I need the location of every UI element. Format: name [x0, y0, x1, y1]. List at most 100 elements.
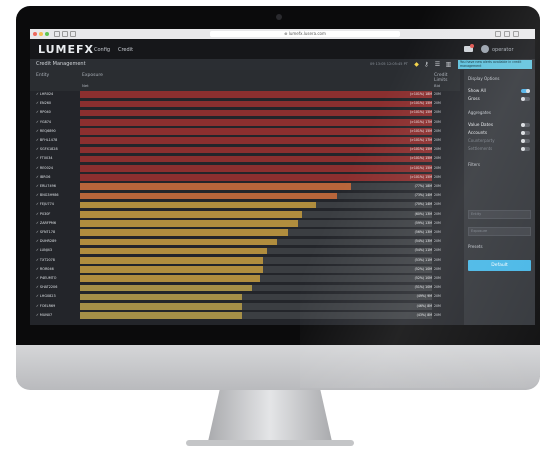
exposure-track [80, 174, 432, 181]
entity-label: ✓ SGFX1828 [36, 147, 58, 152]
table-row[interactable]: ✓ SHAT2206 (51%) 10M 20M [30, 284, 460, 292]
table-row[interactable]: ✓ IBRO6 (>101%) 15M 20M [30, 174, 460, 181]
table-row[interactable]: ✓ SGFX1828 (>101%) 15M 20M [30, 146, 460, 154]
exposure-track [80, 210, 432, 218]
exposure-bar[interactable] [80, 302, 242, 310]
app-logo[interactable]: LUMEFX [38, 43, 94, 56]
table-row[interactable]: ✓ RP040 (>101%) 15M 20M [30, 109, 460, 117]
gross-toggle[interactable] [521, 97, 530, 101]
alert-banner[interactable]: You have new alerts available in credit … [458, 60, 532, 69]
accounts-toggle[interactable] [521, 131, 530, 135]
url-bar[interactable]: ⊕ lumefx.lusera.com [210, 31, 400, 37]
exposure-bar[interactable] [80, 155, 432, 163]
exposure-bar[interactable] [80, 118, 432, 126]
table-row[interactable]: ✓ YG874 (>101%) 17M 20M [30, 118, 460, 126]
exposure-track [80, 247, 432, 255]
exposure-bar[interactable] [80, 137, 432, 144]
tabs-icon[interactable] [504, 31, 510, 37]
table-row[interactable]: ✓ DUHR289 (54%) 13M 20M [30, 238, 460, 246]
table-row[interactable]: ✓ BNG3H986 (73%) 14M 20M [30, 192, 460, 200]
table-row[interactable]: ✓ LHG0823 (49%) 9M 20M [30, 293, 460, 301]
exposure-bar[interactable] [80, 256, 264, 264]
forward-icon[interactable] [62, 31, 68, 37]
table-row[interactable]: ✓ LHR024 (>101%) 18M 20M [30, 91, 460, 98]
credit-limit-value: 20M [434, 193, 441, 198]
entity-label: ✓ YG874 [36, 119, 52, 124]
exposure-bar[interactable] [80, 238, 278, 246]
table-row[interactable]: ✓ TXT2078 (53%) 11M 20M [30, 256, 460, 264]
exposure-track [80, 100, 432, 108]
exposure-bar[interactable] [80, 146, 432, 154]
exposure-bar[interactable] [80, 312, 242, 319]
user-menu[interactable]: operator [492, 47, 514, 53]
value-dates-toggle[interactable] [521, 123, 530, 127]
close-window-icon[interactable] [33, 32, 37, 36]
entity-column-header[interactable]: Entity [36, 73, 49, 78]
maximize-window-icon[interactable] [45, 32, 49, 36]
entity-filter-input[interactable]: Entity [468, 210, 531, 219]
credit-limit-value: 20M [434, 165, 441, 170]
new-tab-icon[interactable] [513, 31, 519, 37]
columns-icon[interactable]: ▥ [445, 61, 452, 68]
nav-config[interactable]: Config [94, 47, 110, 53]
share-icon[interactable] [495, 31, 501, 37]
table-row[interactable]: ✓ LUNJ43 (54%) 11M 20M [30, 247, 460, 255]
entity-label: ✓ TXT2078 [36, 257, 55, 262]
exposure-value-label: (56%) 13M [414, 230, 432, 234]
default-preset-button[interactable]: Default [468, 260, 531, 271]
exposure-bar[interactable] [80, 164, 432, 172]
exposure-value-label: (60%) 13M [414, 211, 432, 216]
exposure-bar[interactable] [80, 275, 260, 282]
table-row[interactable]: ✓ RE0024 (>101%) 15M 20M [30, 164, 460, 172]
table-row[interactable]: ✓ P030F (60%) 13M 20M [30, 210, 460, 218]
sidebar-icon[interactable] [70, 31, 76, 37]
exposure-value-label: (>101%) 15M [409, 165, 432, 170]
settlements-toggle[interactable] [521, 147, 530, 151]
minimize-window-icon[interactable] [39, 32, 43, 36]
table-row[interactable]: ✓ ZARFPM6 (59%) 13M 20M [30, 220, 460, 227]
table-row[interactable]: ✓ FT0034 (>101%) 15M 20M [30, 155, 460, 163]
exposure-bar[interactable] [80, 220, 299, 227]
table-row[interactable]: ✓ BFHL1478 (>101%) 17M 20M [30, 137, 460, 144]
table-row[interactable]: ✓ ERLI7496 (77%) 18M 20M [30, 183, 460, 190]
exposure-column-header[interactable]: Exposure [82, 73, 103, 78]
exposure-bar[interactable] [80, 293, 242, 301]
nav-credit[interactable]: Credit [118, 47, 133, 53]
entity-label: ✓ P030F [36, 211, 51, 216]
exposure-bar[interactable] [80, 91, 432, 98]
key-icon[interactable]: ⚷ [423, 61, 430, 68]
credit-limit-value: 20M [434, 128, 441, 133]
exposure-bar[interactable] [80, 174, 432, 181]
credit-limit-value: 20M [434, 239, 441, 244]
avatar[interactable] [481, 45, 489, 53]
gross-label: Gross [468, 96, 480, 101]
table-row[interactable]: ✓ P4EUMTO (52%) 10M 20M [30, 275, 460, 282]
credit-limit-value: 20M [434, 174, 441, 179]
exposure-bar[interactable] [80, 201, 316, 209]
credit-limits-column-header[interactable]: Credit Limits [434, 73, 460, 83]
table-row[interactable]: ✓ MUN07 (43%) 8M 20M [30, 312, 460, 319]
exposure-bar[interactable] [80, 284, 253, 292]
exposure-filter-input[interactable]: Exposure [468, 227, 531, 236]
table-row[interactable]: ✓ FOELR69 (46%) 8M 20M [30, 302, 460, 310]
exposure-bar[interactable] [80, 192, 337, 200]
show-all-toggle[interactable] [521, 89, 530, 93]
table-row[interactable]: ✓ ROR046 (52%) 10M 20M [30, 266, 460, 273]
diamond-icon[interactable]: ◆ [413, 61, 420, 68]
exposure-bar[interactable] [80, 100, 432, 108]
table-row[interactable]: ✓ EN260 (>101%) 15M 20M [30, 100, 460, 108]
exposure-bar[interactable] [80, 109, 432, 117]
exposure-bar[interactable] [80, 266, 264, 273]
net-selector[interactable]: Net [82, 83, 89, 88]
counterparty-toggle[interactable] [521, 139, 530, 143]
back-icon[interactable] [54, 31, 60, 37]
exposure-bar[interactable] [80, 128, 432, 135]
table-row[interactable]: ✓ SFNT178 (56%) 13M 20M [30, 229, 460, 236]
table-row[interactable]: ✓ REQ6890 (>101%) 15M 20M [30, 128, 460, 135]
filter-icon[interactable]: ☰ [434, 61, 441, 68]
exposure-bar[interactable] [80, 183, 352, 190]
table-row[interactable]: ✓ FEJU774 (70%) 14M 20M [30, 201, 460, 209]
exposure-bar[interactable] [80, 247, 267, 255]
exposure-bar[interactable] [80, 229, 288, 236]
exposure-bar[interactable] [80, 210, 302, 218]
